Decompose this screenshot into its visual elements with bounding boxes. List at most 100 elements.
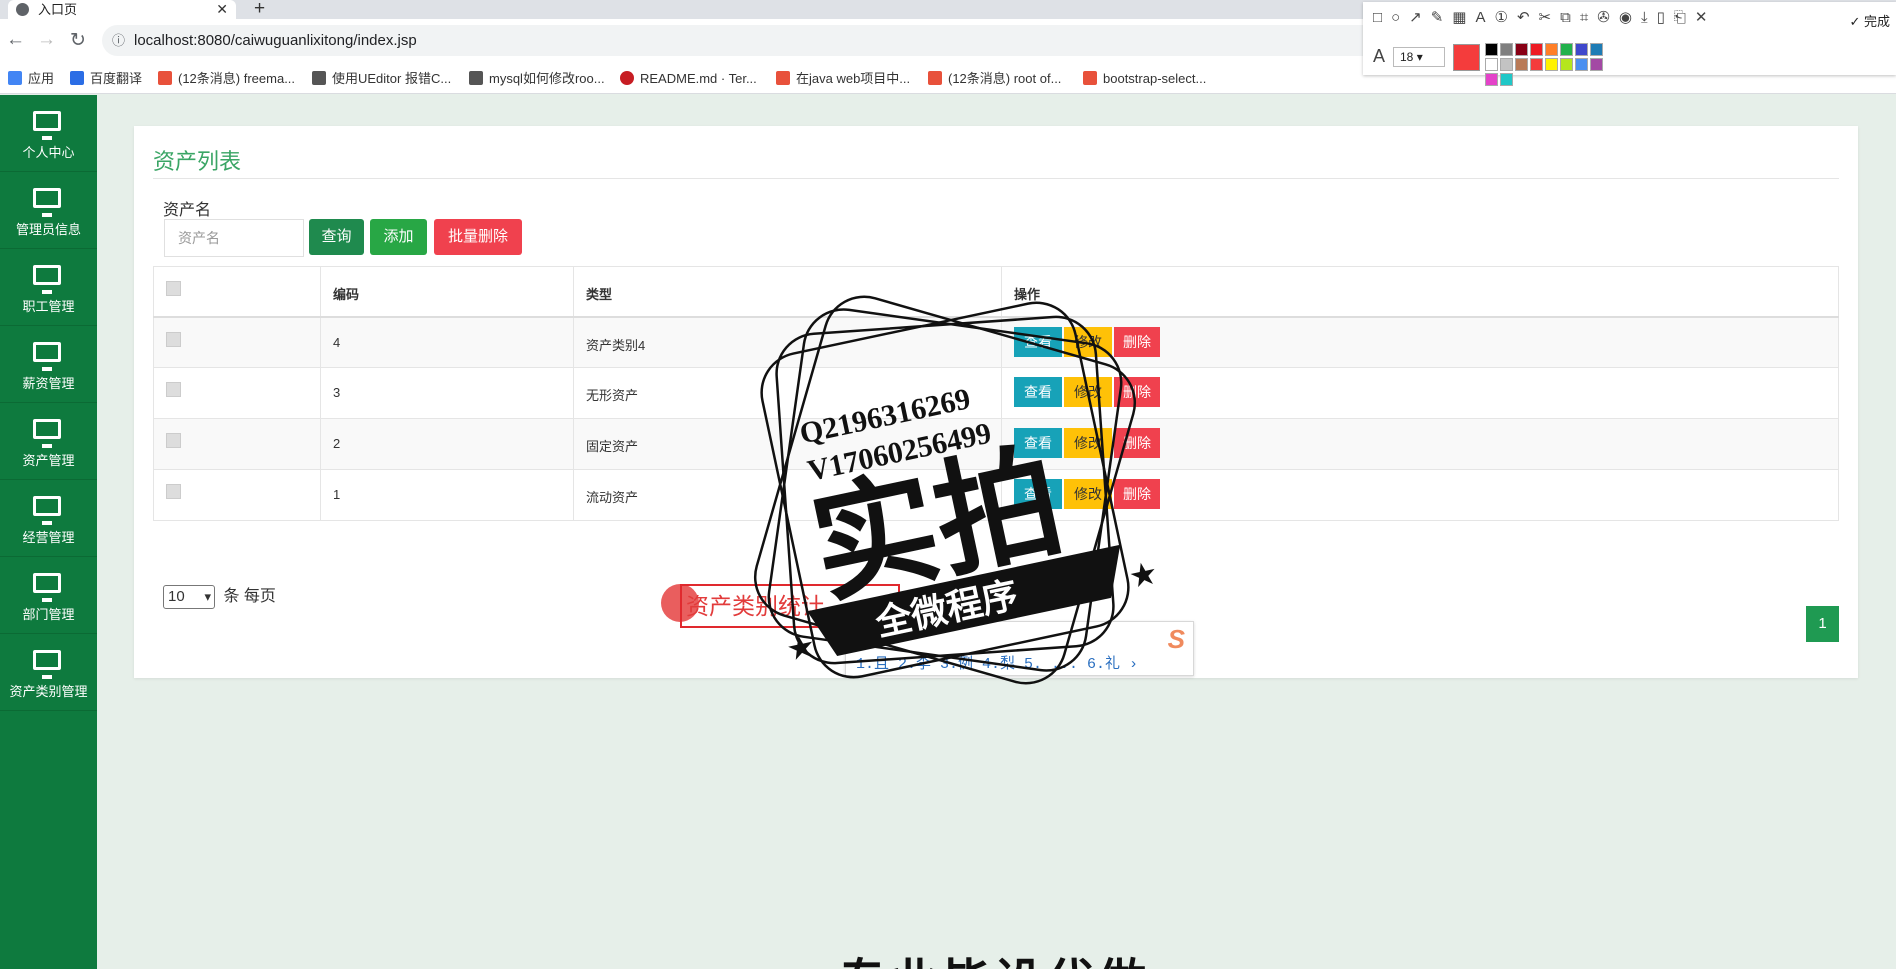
sidebar-item[interactable]: 经营管理 [0,480,97,557]
color-swatch[interactable] [1575,58,1588,71]
back-icon[interactable]: ← [6,29,25,51]
record-icon[interactable]: ◉ [1619,9,1641,26]
cut-icon[interactable]: ✂ [1539,9,1561,26]
code-cell: 4 [320,316,574,368]
page-title: 资产列表 [153,149,242,174]
sidebar-item-label: 个人中心 [22,145,75,160]
color-swatch[interactable] [1590,43,1603,56]
bookmark-label: mysql如何修改roo... [489,71,605,86]
sidebar-item[interactable]: 管理员信息 [0,172,97,249]
bookmark-item[interactable]: (12条消息) freema... [158,63,295,94]
done-label: 完成 [1863,14,1890,29]
site-icon [312,71,326,85]
bookmark-item[interactable]: 应用 [8,63,54,94]
tab-title: 入口页 [38,2,78,17]
forward-icon[interactable]: → [37,29,56,51]
sidebar-item[interactable]: 薪资管理 [0,326,97,403]
monitor-icon [33,496,61,525]
bookmark-label: (12条消息) freema... [178,71,296,86]
url-input[interactable]: ⓘ localhost:8080/caiwuguanlixitong/index… [102,25,1402,56]
bookmark-item[interactable]: 在java web项目中... [776,63,910,94]
color-swatch[interactable] [1515,58,1528,71]
monitor-icon [33,342,61,371]
phone-icon[interactable]: ▯ [1657,9,1674,26]
column-header-code: 编码 [320,266,574,318]
page-size-value: 10 [168,588,185,605]
rectangle-tool-icon[interactable]: □ [1373,9,1391,26]
add-button[interactable]: 添加 [370,219,427,255]
bookmark-label: README.md · Ter... [640,71,757,86]
mosaic-tool-icon[interactable]: ▦ [1452,9,1475,26]
font-size-select[interactable]: 18 ▾ [1393,47,1445,67]
color-swatch[interactable] [1545,58,1558,71]
color-swatch[interactable] [1545,43,1558,56]
sidebar-item[interactable]: 个人中心 [0,95,97,172]
asset-name-search-input[interactable] [164,219,304,257]
sidebar-item[interactable]: 职工管理 [0,249,97,326]
bottom-watermark-text: 专业毕设代做 [838,942,1150,969]
pen-tool-icon[interactable]: ✎ [1431,9,1453,26]
save-icon[interactable]: ⤓ [1641,9,1657,26]
bookmark-icon[interactable]: ⎗ [1674,9,1695,26]
color-swatch[interactable] [1515,43,1528,56]
text-tool-icon[interactable]: A [1475,9,1494,26]
color-swatch[interactable] [1590,58,1603,71]
copy-icon[interactable]: ⧉ [1560,9,1580,26]
color-swatch[interactable] [1575,43,1588,56]
row-select-cell [153,418,321,470]
undo-icon[interactable]: ↶ [1517,9,1539,26]
color-swatch[interactable] [1485,58,1498,71]
row-checkbox[interactable] [166,484,181,499]
current-color-swatch[interactable] [1453,44,1480,71]
color-swatch[interactable] [1530,58,1543,71]
row-select-cell [153,367,321,419]
bookmark-item[interactable]: README.md · Ter... [620,63,757,94]
monitor-icon [33,111,61,140]
color-swatch[interactable] [1560,43,1573,56]
color-swatch[interactable] [1500,43,1513,56]
bookmark-item[interactable]: 使用UEditor 报错C... [312,63,451,94]
color-swatch[interactable] [1560,58,1573,71]
reload-icon[interactable]: ↻ [70,29,86,52]
color-palette [1485,43,1605,86]
row-checkbox[interactable] [166,382,181,397]
bookmark-label: 使用UEditor 报错C... [332,71,452,86]
sidebar-item-label: 资产管理 [22,453,75,468]
color-swatch[interactable] [1500,73,1513,86]
bookmark-item[interactable]: bootstrap-select... [1083,63,1206,94]
query-button[interactable]: 查询 [309,219,364,255]
pin-icon[interactable]: ✇ [1597,9,1619,26]
monitor-icon [33,188,61,217]
select-all-cell [153,266,321,318]
batch-delete-button[interactable]: 批量删除 [434,219,522,255]
bookmark-item[interactable]: 百度翻译 [70,63,142,94]
arrow-tool-icon[interactable]: ↗ [1409,9,1431,26]
color-swatch[interactable] [1500,58,1513,71]
row-checkbox[interactable] [166,331,181,347]
color-swatch[interactable] [1485,43,1498,56]
row-checkbox[interactable] [166,433,181,448]
number-tool-icon[interactable]: ① [1494,9,1516,26]
ellipse-tool-icon[interactable]: ○ [1391,9,1409,26]
sidebar-item-label: 职工管理 [22,299,75,314]
info-icon[interactable]: ⓘ [112,25,125,56]
bookmark-item[interactable]: mysql如何修改roo... [469,63,605,94]
csdn-icon [158,71,172,85]
done-button[interactable]: ✓ 完成 [1849,11,1890,30]
bookmark-item[interactable]: (12条消息) root of... [928,63,1061,94]
new-tab-icon[interactable]: + [254,0,265,20]
page-size-select[interactable]: 10 [163,585,215,609]
close-icon[interactable]: ✕ [1695,9,1717,26]
page-number-button[interactable]: 1 [1806,606,1839,642]
close-tab-icon[interactable]: ✕ [216,0,228,19]
browser-tab[interactable]: 入口页 ✕ [8,0,236,19]
sidebar-item[interactable]: 资产管理 [0,403,97,480]
color-swatch[interactable] [1530,43,1543,56]
monitor-icon [33,265,61,294]
sidebar-item[interactable]: 资产类别管理 [0,634,97,711]
sidebar-item[interactable]: 部门管理 [0,557,97,634]
color-swatch[interactable] [1485,73,1498,86]
crop-icon[interactable]: ⌗ [1580,9,1597,26]
code-cell: 2 [320,418,574,470]
select-all-checkbox[interactable] [166,281,181,296]
